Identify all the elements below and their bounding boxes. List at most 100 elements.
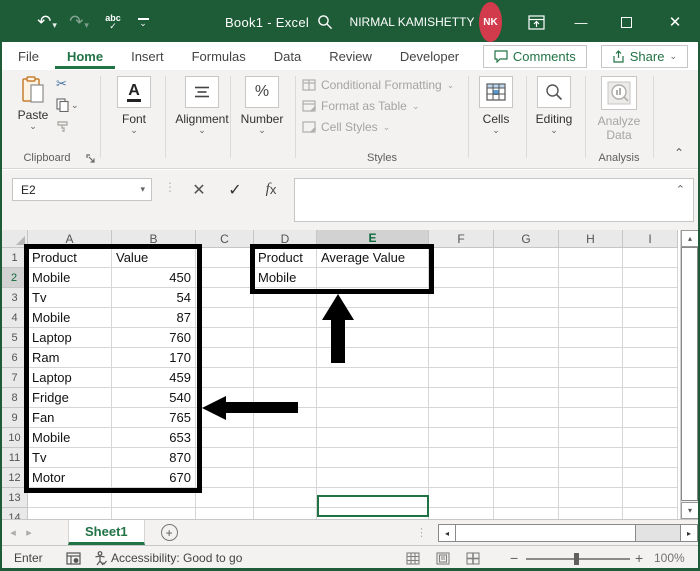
cell-G10[interactable] bbox=[494, 428, 559, 448]
tab-home[interactable]: Home bbox=[54, 44, 116, 69]
cell-D7[interactable] bbox=[254, 368, 317, 388]
cell-C14[interactable] bbox=[196, 508, 254, 519]
zoom-level[interactable]: 100% bbox=[654, 546, 685, 568]
normal-view-icon[interactable] bbox=[406, 551, 420, 565]
sheet-nav-right-icon[interactable]: ▸ bbox=[18, 526, 40, 539]
user-name[interactable]: NIRMAL KAMISHETTY bbox=[347, 2, 477, 42]
ribbon-display-options-button[interactable] bbox=[522, 2, 550, 42]
cell-F10[interactable] bbox=[429, 428, 494, 448]
cell-C10[interactable] bbox=[196, 428, 254, 448]
font-group-button[interactable]: A Font ⌄ bbox=[106, 76, 162, 135]
formula-input[interactable]: ⌃ bbox=[294, 178, 694, 222]
cell-G3[interactable] bbox=[494, 288, 559, 308]
cell-D10[interactable] bbox=[254, 428, 317, 448]
cut-button[interactable]: ✂ bbox=[56, 76, 67, 92]
cell-H6[interactable] bbox=[559, 348, 623, 368]
name-box[interactable]: E2 ▾ bbox=[12, 178, 152, 201]
vertical-scrollbar[interactable]: ▴ ▾ bbox=[680, 230, 698, 519]
accessibility-status[interactable]: Accessibility: Good to go bbox=[94, 546, 242, 568]
cell-G1[interactable] bbox=[494, 248, 559, 268]
cell-F14[interactable] bbox=[429, 508, 494, 519]
formula-bar-splitter[interactable]: ⋮ bbox=[164, 180, 176, 194]
cell-D11[interactable] bbox=[254, 448, 317, 468]
cell-H10[interactable] bbox=[559, 428, 623, 448]
sheet-tab-sheet1[interactable]: Sheet1 bbox=[68, 520, 145, 545]
cell-F8[interactable] bbox=[429, 388, 494, 408]
tab-formulas[interactable]: Formulas bbox=[180, 44, 258, 69]
cell-I4[interactable] bbox=[623, 308, 678, 328]
cell-F2[interactable] bbox=[429, 268, 494, 288]
cell-F12[interactable] bbox=[429, 468, 494, 488]
spelling-button[interactable]: abc ✓ bbox=[100, 2, 126, 42]
insert-function-button[interactable]: fx bbox=[256, 178, 286, 201]
cell-F5[interactable] bbox=[429, 328, 494, 348]
column-header-G[interactable]: G bbox=[494, 230, 559, 248]
page-break-view-icon[interactable] bbox=[466, 551, 480, 565]
cell-A14[interactable] bbox=[28, 508, 112, 519]
cell-D14[interactable] bbox=[254, 508, 317, 519]
cell-I5[interactable] bbox=[623, 328, 678, 348]
cell-H2[interactable] bbox=[559, 268, 623, 288]
cell-H9[interactable] bbox=[559, 408, 623, 428]
cell-C5[interactable] bbox=[196, 328, 254, 348]
cell-C11[interactable] bbox=[196, 448, 254, 468]
cell-E7[interactable] bbox=[317, 368, 429, 388]
paste-button[interactable]: Paste ⌄ bbox=[12, 76, 54, 131]
column-header-H[interactable]: H bbox=[559, 230, 623, 248]
column-header-I[interactable]: I bbox=[623, 230, 678, 248]
zoom-out-button[interactable]: − bbox=[510, 546, 518, 568]
tab-data[interactable]: Data bbox=[262, 44, 313, 69]
cell-I14[interactable] bbox=[623, 508, 678, 519]
cell-H13[interactable] bbox=[559, 488, 623, 508]
cell-H3[interactable] bbox=[559, 288, 623, 308]
cell-E11[interactable] bbox=[317, 448, 429, 468]
clipboard-dialog-launcher[interactable] bbox=[86, 154, 96, 164]
column-header-F[interactable]: F bbox=[429, 230, 494, 248]
cell-I6[interactable] bbox=[623, 348, 678, 368]
cell-H8[interactable] bbox=[559, 388, 623, 408]
cell-D5[interactable] bbox=[254, 328, 317, 348]
cell-H14[interactable] bbox=[559, 508, 623, 519]
cell-I8[interactable] bbox=[623, 388, 678, 408]
tab-review[interactable]: Review bbox=[317, 44, 384, 69]
cell-C4[interactable] bbox=[196, 308, 254, 328]
cell-H4[interactable] bbox=[559, 308, 623, 328]
cell-E10[interactable] bbox=[317, 428, 429, 448]
cell-D12[interactable] bbox=[254, 468, 317, 488]
format-painter-button[interactable] bbox=[56, 118, 70, 134]
cell-I13[interactable] bbox=[623, 488, 678, 508]
conditional-formatting-button[interactable]: Conditional Formatting ⌄ bbox=[302, 78, 454, 92]
page-layout-view-icon[interactable] bbox=[436, 551, 450, 565]
cell-C6[interactable] bbox=[196, 348, 254, 368]
scroll-right-icon[interactable]: ▸ bbox=[680, 525, 697, 541]
cell-F4[interactable] bbox=[429, 308, 494, 328]
vertical-scrollbar-thumb[interactable] bbox=[681, 247, 698, 501]
cell-G11[interactable] bbox=[494, 448, 559, 468]
macro-record-button[interactable] bbox=[66, 546, 81, 568]
cell-C13[interactable] bbox=[196, 488, 254, 508]
undo-button[interactable]: ↶ ▾ bbox=[32, 2, 62, 42]
tab-developer[interactable]: Developer bbox=[388, 44, 471, 69]
cell-I10[interactable] bbox=[623, 428, 678, 448]
tab-bar-splitter[interactable]: ⋮ bbox=[416, 526, 427, 539]
cell-styles-button[interactable]: Cell Styles ⌄ bbox=[302, 120, 454, 134]
cell-F1[interactable] bbox=[429, 248, 494, 268]
cell-C1[interactable] bbox=[196, 248, 254, 268]
cell-G4[interactable] bbox=[494, 308, 559, 328]
share-button[interactable]: Share ⌄ bbox=[600, 45, 688, 68]
copy-button[interactable]: ⌄ bbox=[56, 97, 79, 113]
cell-G14[interactable] bbox=[494, 508, 559, 519]
cell-I12[interactable] bbox=[623, 468, 678, 488]
cell-I7[interactable] bbox=[623, 368, 678, 388]
cell-H11[interactable] bbox=[559, 448, 623, 468]
cell-F6[interactable] bbox=[429, 348, 494, 368]
scroll-left-icon[interactable]: ◂ bbox=[439, 525, 456, 541]
cell-F9[interactable] bbox=[429, 408, 494, 428]
cell-F3[interactable] bbox=[429, 288, 494, 308]
cell-F7[interactable] bbox=[429, 368, 494, 388]
cell-G5[interactable] bbox=[494, 328, 559, 348]
cell-H5[interactable] bbox=[559, 328, 623, 348]
cell-G9[interactable] bbox=[494, 408, 559, 428]
cell-G12[interactable] bbox=[494, 468, 559, 488]
cell-D4[interactable] bbox=[254, 308, 317, 328]
